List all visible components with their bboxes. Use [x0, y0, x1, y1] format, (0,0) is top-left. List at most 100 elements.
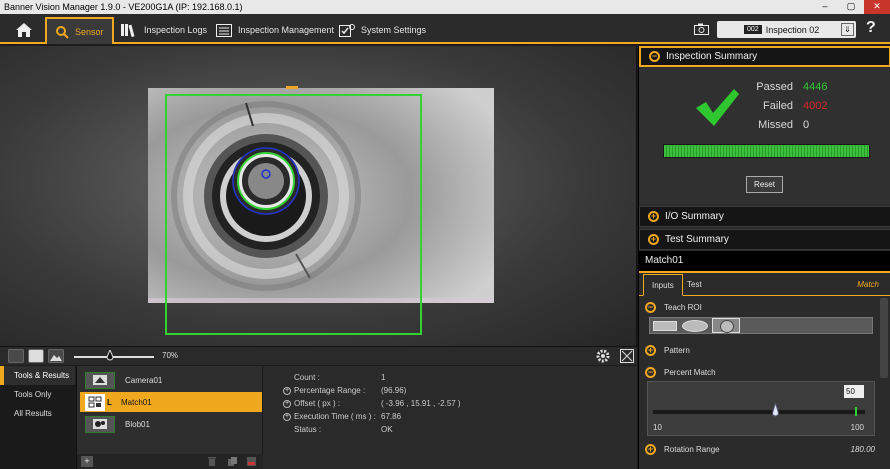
result-value: ( -3.96 , 15.91 , -2.57 ) [381, 399, 461, 408]
expand-icon [620, 349, 634, 363]
gear-icon [596, 349, 610, 363]
tool-name: Match01 [121, 397, 152, 407]
result-label: Status : [294, 425, 322, 434]
tool-panel-scrollbar[interactable] [880, 298, 888, 378]
expand-icon[interactable]: + [283, 399, 291, 408]
percent-match-spinner[interactable]: 50 [844, 385, 864, 398]
tab-test[interactable]: Test [679, 274, 710, 296]
copy-icon[interactable] [227, 456, 238, 467]
tool-name: Camera01 [125, 375, 163, 385]
inspection-summary-body: Passed 4446 Failed 4002 Missed 0 Reset [639, 68, 890, 204]
percent-match-result-marker [855, 407, 857, 416]
section-title: Inspection Summary [666, 51, 758, 62]
tab-inspection-management[interactable]: Inspection Management [208, 17, 342, 43]
expand-icon: + [645, 444, 656, 455]
trash-icon[interactable] [207, 456, 217, 467]
tool-results-panel: Count : 1 + Percentage Range : (96.96) + O… [263, 366, 637, 469]
viewport-settings-button[interactable] [595, 348, 611, 366]
view-image-button[interactable] [48, 349, 64, 363]
test-summary-header[interactable]: + Test Summary [639, 229, 890, 250]
roi-shape-selector [649, 317, 873, 334]
percent-match-slider-thumb[interactable] [771, 401, 780, 419]
inspection-selector[interactable]: 002 Inspection 02 ⇓ [717, 21, 856, 38]
ring-shape-icon[interactable] [712, 318, 740, 333]
param-label: Pattern [664, 346, 690, 355]
tab-inspection-logs[interactable]: Inspection Logs [112, 17, 215, 43]
close-button[interactable]: ✕ [864, 0, 890, 14]
zoom-level: 70% [162, 351, 179, 360]
home-button[interactable] [8, 18, 40, 42]
inspection-slot: 002 [744, 25, 762, 34]
tool-list-footer: + [77, 454, 263, 469]
maximize-button[interactable]: ▢ [838, 0, 864, 14]
collapse-icon: − [645, 367, 656, 378]
reset-button[interactable]: Reset [746, 176, 783, 193]
tool-item-camera01[interactable]: Camera01 [80, 370, 262, 390]
missed-stat: Missed 0 [739, 119, 809, 131]
camera-capture-button[interactable] [694, 23, 709, 37]
percent-match-slider-track[interactable] [653, 410, 865, 414]
help-button[interactable]: ? [866, 19, 876, 37]
minimize-button[interactable]: – [812, 0, 838, 14]
param-label: Teach ROI [664, 303, 702, 312]
result-row[interactable]: + Execution Time ( ms ) : 67.86 [283, 412, 401, 421]
passed-count: 4446 [803, 81, 828, 93]
image-viewport[interactable] [0, 46, 637, 346]
pass-rate-bar [663, 144, 870, 158]
list-icon [216, 23, 232, 37]
result-label-wrap: + Offset ( px ) : [283, 399, 381, 408]
rectangle-shape-icon[interactable] [653, 321, 677, 331]
tool-name: Blob01 [125, 419, 150, 429]
zoom-slider-track[interactable] [74, 356, 154, 358]
inspection-download-icon[interactable]: ⇓ [841, 23, 854, 36]
inspection-name: Inspection 02 [765, 24, 820, 35]
tool-panel-tabs: Inputs Test Match [639, 274, 890, 296]
collapse-icon: − [645, 302, 656, 313]
param-label: Rotation Range [664, 445, 720, 454]
tool-item-match01[interactable]: L Match01 [80, 392, 262, 412]
section-title: Test Summary [665, 234, 729, 245]
menu-tools-results[interactable]: Tools & Results [0, 366, 75, 385]
io-summary-header[interactable]: + I/O Summary [639, 206, 890, 227]
tab-inputs[interactable]: Inputs [643, 274, 683, 296]
window-controls: – ▢ ✕ [812, 0, 890, 14]
percent-match-row[interactable]: − Percent Match [639, 367, 879, 378]
tab-system-settings[interactable]: System Settings [331, 17, 434, 43]
result-label: Count : [294, 373, 320, 382]
search-gear-icon [56, 25, 69, 39]
result-label: Offset ( px ) : [294, 399, 341, 408]
section-title: I/O Summary [665, 211, 724, 222]
view-mode-button-2[interactable] [28, 349, 44, 363]
delete-icon[interactable] [246, 456, 257, 467]
tools-view-menu: Tools & Results Tools Only All Results [0, 366, 75, 469]
missed-label: Missed [758, 119, 793, 131]
tool-item-blob01[interactable]: Blob01 [80, 414, 262, 434]
rotation-range-row[interactable]: + Rotation Range 180.00 [639, 444, 879, 455]
roi-handle[interactable] [286, 86, 298, 89]
expand-icon: + [648, 211, 659, 222]
pattern-row[interactable]: + Pattern [639, 345, 879, 356]
menu-tools-only[interactable]: Tools Only [0, 385, 75, 404]
expand-icon[interactable]: + [283, 386, 291, 395]
zoom-slider-thumb[interactable] [106, 348, 114, 362]
search-roi[interactable] [165, 94, 422, 335]
inspection-summary-header[interactable]: − Inspection Summary [639, 46, 890, 67]
add-tool-button[interactable]: + [81, 456, 93, 467]
tab-inspection-logs-label: Inspection Logs [144, 25, 208, 35]
tab-sensor[interactable]: Sensor [45, 17, 114, 44]
result-value: 1 [381, 373, 386, 382]
right-panel: − Inspection Summary Passed 4446 Failed … [638, 46, 890, 469]
expand-icon[interactable]: + [283, 412, 291, 421]
fit-to-window-button[interactable] [620, 349, 634, 365]
result-row[interactable]: + Offset ( px ) : ( -3.96 , 15.91 , -2.57… [283, 399, 461, 408]
result-row[interactable]: + Percentage Range : (96.96) [283, 386, 406, 395]
view-mode-button-1[interactable] [8, 349, 24, 363]
failed-label: Failed [763, 100, 793, 112]
window-titlebar: Banner Vision Manager 1.9.0 - VE200G1A (… [0, 0, 890, 14]
result-value: (96.96) [381, 386, 407, 395]
tab-inspection-management-label: Inspection Management [238, 25, 335, 35]
drop-thumb-icon [771, 401, 780, 417]
ellipse-shape-icon[interactable] [682, 320, 708, 332]
menu-all-results[interactable]: All Results [0, 404, 75, 423]
teach-roi-row[interactable]: − Teach ROI [639, 302, 879, 313]
